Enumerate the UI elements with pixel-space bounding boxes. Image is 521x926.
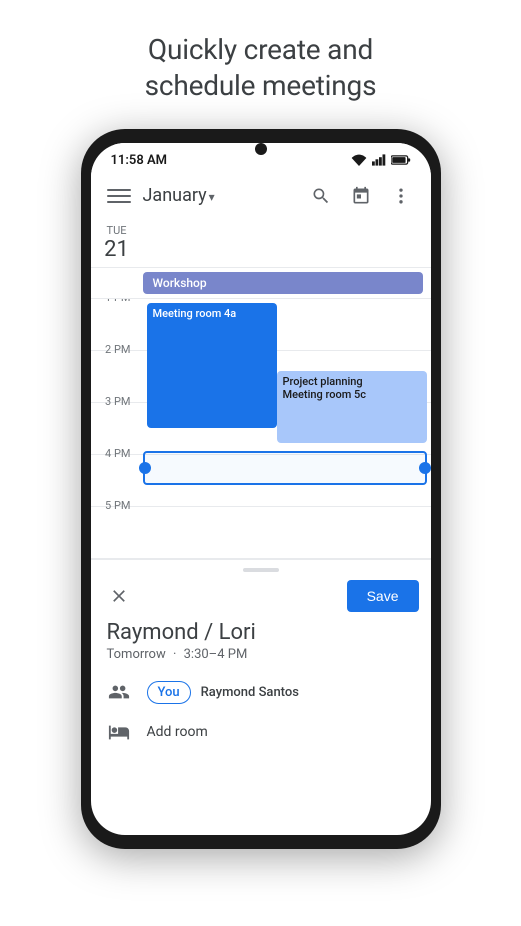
event-title-meeting-room-4a: Meeting room 4a — [153, 307, 237, 320]
status-icons — [351, 154, 411, 166]
phone-screen: 11:58 AM — [91, 143, 431, 835]
selection-handle-left[interactable] — [139, 462, 151, 474]
calendar-header: TUE 21 — [91, 220, 431, 268]
event-title-project-planning: Project planningMeeting room 5c — [283, 375, 367, 401]
signal-icon — [372, 154, 386, 166]
close-button[interactable] — [103, 580, 135, 612]
hamburger-menu-button[interactable] — [107, 184, 131, 208]
meeting-room-4a-event[interactable]: Meeting room 4a — [147, 303, 277, 428]
month-label: January — [143, 185, 207, 206]
calendar-view-button[interactable] — [343, 178, 379, 214]
selection-bar — [143, 451, 427, 485]
date-column: TUE 21 — [91, 220, 143, 267]
app-bar: January ▾ — [91, 172, 431, 220]
month-chevron: ▾ — [209, 190, 215, 204]
sheet-toolbar: Save — [91, 572, 431, 620]
phone-mockup: 11:58 AM — [81, 129, 441, 849]
project-planning-event[interactable]: Project planningMeeting room 5c — [277, 371, 427, 443]
time-label-3pm: 3 PM — [91, 395, 139, 408]
event-title: Raymond / Lori — [91, 620, 431, 647]
attendees-row: You Raymond Santos — [91, 672, 431, 712]
room-icon — [108, 721, 130, 743]
app-bar-actions — [303, 178, 419, 214]
more-options-button[interactable] — [383, 178, 419, 214]
selection-range[interactable] — [143, 451, 427, 485]
bottom-sheet: Save Raymond / Lori Tomorrow · 3:30–4 PM… — [91, 559, 431, 752]
room-icon-container — [107, 720, 131, 744]
wifi-icon — [351, 154, 367, 166]
grid-row-5pm: 5 PM — [91, 507, 431, 559]
time-label-4pm: 4 PM — [91, 447, 139, 460]
all-day-row: Workshop — [91, 268, 431, 299]
month-title[interactable]: January ▾ — [143, 185, 303, 206]
calendar-view-icon — [351, 186, 371, 206]
day-label: TUE — [91, 224, 143, 237]
close-icon — [109, 586, 129, 606]
save-button[interactable]: Save — [347, 580, 419, 612]
people-icon-container — [107, 680, 131, 704]
headline-line2: schedule meetings — [145, 69, 377, 102]
selection-handle-right[interactable] — [419, 462, 431, 474]
attendee-name: Raymond Santos — [201, 685, 299, 700]
dot-separator: · — [173, 647, 176, 662]
add-room-row[interactable]: Add room — [91, 712, 431, 752]
search-button[interactable] — [303, 178, 339, 214]
workshop-event[interactable]: Workshop — [143, 272, 423, 294]
headline-line1: Quickly create and — [148, 33, 373, 66]
date-number: 21 — [91, 237, 143, 263]
you-chip[interactable]: You — [147, 681, 191, 704]
status-time: 11:58 AM — [111, 153, 168, 168]
time-label-1pm: 1 PM — [91, 299, 139, 304]
search-icon — [311, 186, 331, 206]
time-label-5pm: 5 PM — [91, 499, 139, 512]
more-vert-icon — [391, 186, 411, 206]
add-room-label[interactable]: Add room — [147, 724, 208, 740]
camera-notch — [255, 143, 267, 155]
time-label-2pm: 2 PM — [91, 343, 139, 356]
event-date: Tomorrow — [107, 647, 166, 662]
headline: Quickly create and schedule meetings — [105, 0, 417, 129]
people-icon — [108, 681, 130, 703]
battery-icon — [391, 154, 411, 166]
attendees-chips: You Raymond Santos — [147, 681, 299, 704]
time-grid: 1 PM 2 PM 3 PM 4 PM 5 PM — [91, 299, 431, 559]
event-time: Tomorrow · 3:30–4 PM — [91, 647, 431, 672]
event-time-range: 3:30–4 PM — [184, 647, 248, 662]
